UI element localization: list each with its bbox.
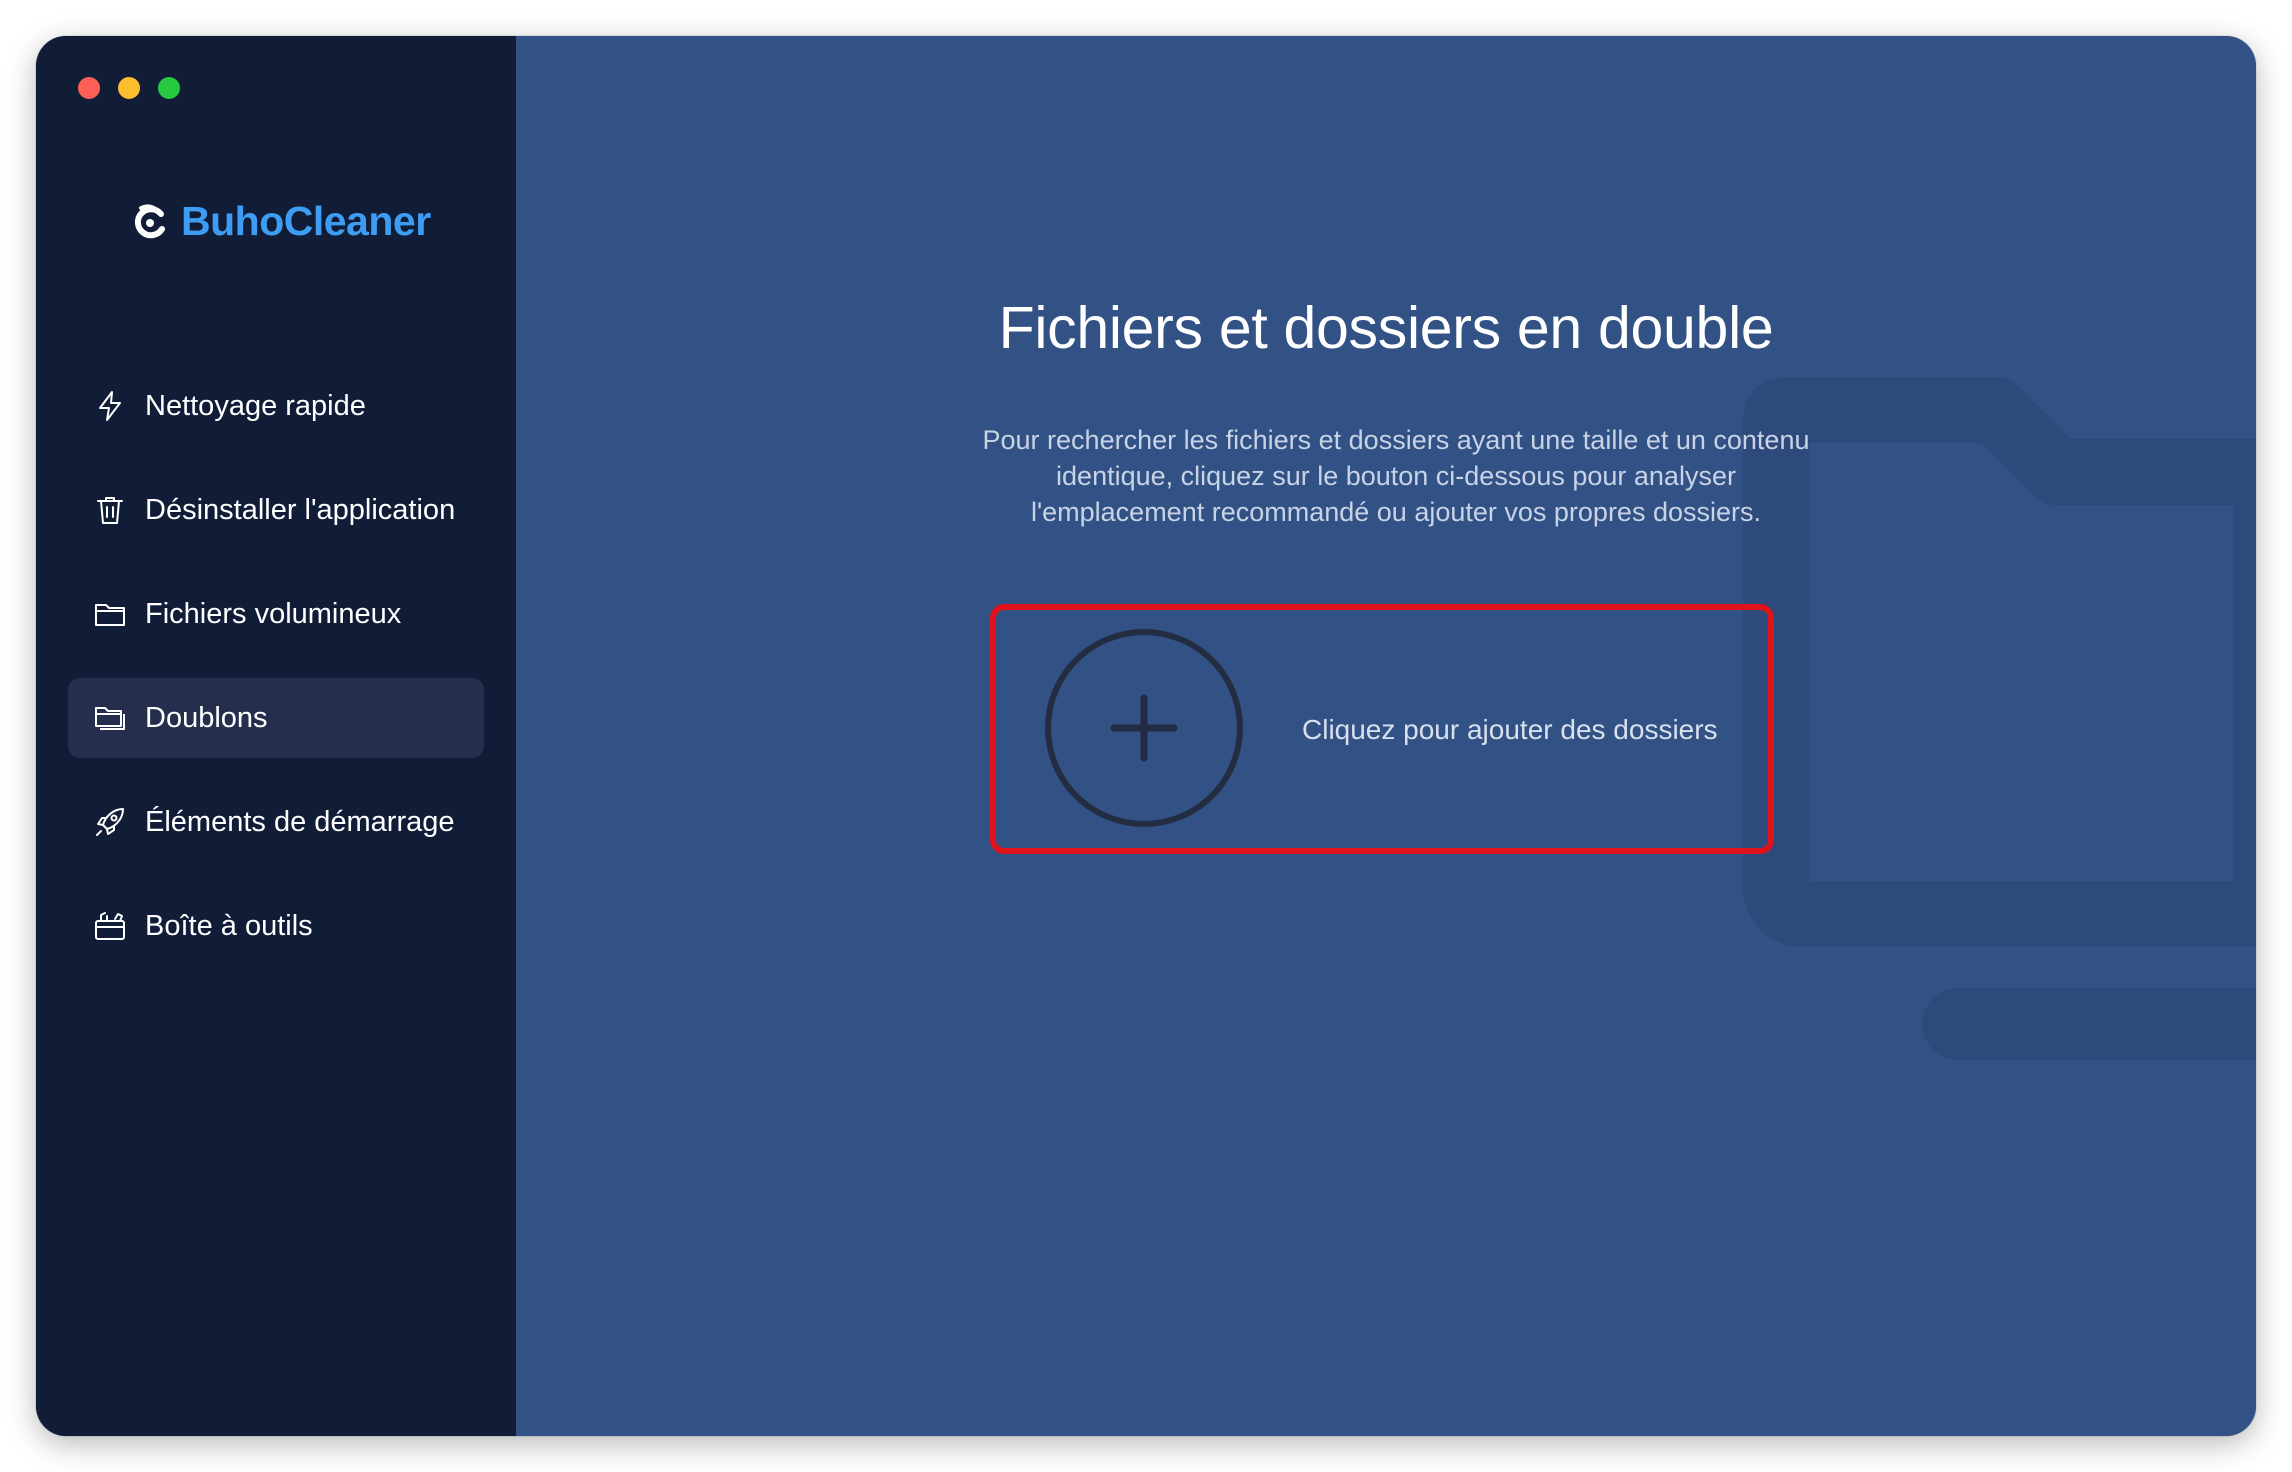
- app-name: BuhoCleaner: [181, 198, 431, 244]
- window-controls: [78, 77, 180, 99]
- sidebar-item-label: Nettoyage rapide: [145, 389, 366, 422]
- sidebar-item-toolbox[interactable]: Boîte à outils: [68, 886, 484, 966]
- add-folders-button[interactable]: Cliquez pour ajouter des dossiers: [990, 604, 1774, 854]
- sidebar-nav: Nettoyage rapide Désinstaller l'applicat…: [68, 366, 484, 990]
- rocket-icon: [92, 804, 128, 840]
- lightning-icon: [92, 388, 128, 424]
- page-title: Fichiers et dossiers en double: [998, 295, 1774, 361]
- close-window-button[interactable]: [78, 77, 100, 99]
- sidebar-item-label: Boîte à outils: [145, 909, 313, 942]
- description-line: l'emplacement recommandé ou ajouter vos …: [1030, 497, 1761, 527]
- sidebar: BuhoCleaner Nettoyage rapide Désinstalle…: [36, 36, 516, 1436]
- app-window: BuhoCleaner Nettoyage rapide Désinstalle…: [36, 36, 2256, 1436]
- add-circle-icon: [1045, 629, 1243, 827]
- description-line: Pour rechercher les fichiers et dossiers…: [982, 425, 1810, 455]
- buho-logo-icon: [134, 203, 165, 238]
- sidebar-item-label: Éléments de démarrage: [145, 805, 455, 838]
- folder-icon: [92, 596, 128, 632]
- duplicate-folder-icon: [92, 700, 128, 736]
- sidebar-item-uninstall[interactable]: Désinstaller l'application: [68, 470, 484, 550]
- sidebar-item-label: Doublons: [145, 701, 268, 734]
- toolbox-icon: [92, 908, 128, 944]
- minimize-window-button[interactable]: [118, 77, 140, 99]
- sidebar-item-duplicates[interactable]: Doublons: [68, 678, 484, 758]
- sidebar-item-quick-clean[interactable]: Nettoyage rapide: [68, 366, 484, 446]
- add-folders-label: Cliquez pour ajouter des dossiers: [1302, 714, 1718, 745]
- sidebar-item-startup-items[interactable]: Éléments de démarrage: [68, 782, 484, 862]
- trash-icon: [92, 492, 128, 528]
- description-line: identique, cliquez sur le bouton ci-dess…: [1056, 461, 1736, 491]
- sidebar-item-label: Désinstaller l'application: [145, 493, 456, 526]
- app-logo: BuhoCleaner: [131, 198, 431, 245]
- main-panel: Fichiers et dossiers en double Pour rech…: [516, 36, 2256, 1436]
- sidebar-item-large-files[interactable]: Fichiers volumineux: [68, 574, 484, 654]
- sidebar-item-label: Fichiers volumineux: [145, 597, 402, 630]
- page-description: Pour rechercher les fichiers et dossiers…: [896, 422, 1896, 530]
- zoom-window-button[interactable]: [158, 77, 180, 99]
